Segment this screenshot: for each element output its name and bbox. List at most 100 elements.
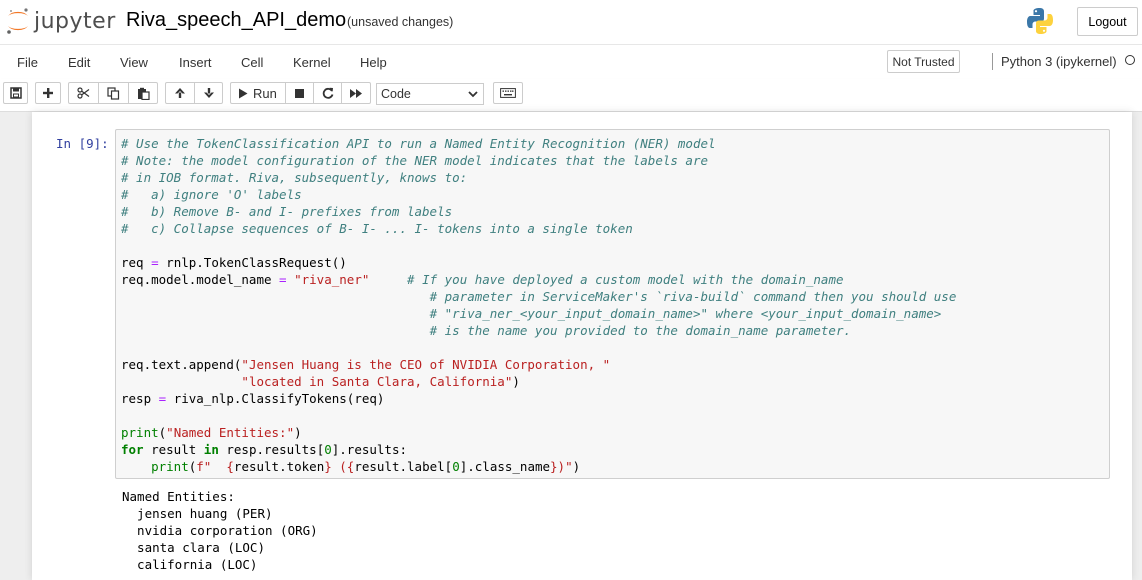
code-token: rnlp.TokenClassRequest() [158,255,347,270]
cell-type-select[interactable]: Code [376,83,484,105]
restart-button[interactable] [313,82,342,104]
code-token: resp [121,391,159,406]
header: jupyter Riva_speech_API_demo (unsaved ch… [0,0,1142,44]
run-button[interactable]: Run [230,82,286,104]
notebook-title[interactable]: Riva_speech_API_demo [126,9,346,32]
code-line: # a) ignore 'O' labels [121,186,956,203]
code-token: "riva_ner" [294,272,370,287]
code-token: } ({ [324,459,355,474]
kernel-name[interactable]: Python 3 (ipykernel) [1001,54,1117,69]
kernel-idle-indicator-icon [1125,55,1135,65]
code-token: # a) ignore 'O' labels [121,187,302,202]
code-token: for [121,442,144,457]
logout-button[interactable]: Logout [1077,7,1138,36]
code-line: # b) Remove B- and I- prefixes from labe… [121,203,956,220]
not-trusted-button[interactable]: Not Trusted [887,50,960,73]
toolbar: Run Code [0,79,1142,112]
cut-icon [77,87,90,99]
code-line: print("Named Entities:") [121,424,956,441]
code-line: # parameter in ServiceMaker's `riva-buil… [121,288,957,305]
code-editor[interactable]: # Use the TokenClassification API to run… [121,135,956,475]
menu-view[interactable]: View [120,55,148,70]
code-token: print [121,425,159,440]
paste-button[interactable] [128,82,158,104]
code-line: # c) Collapse sequences of B- I- ... I- … [121,220,956,237]
code-token: result.label[ [354,459,453,474]
python-logo-icon [1027,8,1053,34]
menu-edit[interactable]: Edit [68,55,90,70]
run-all-button[interactable] [341,82,371,104]
jupyter-logo-icon [7,8,28,34]
keyboard-icon [500,88,516,98]
code-token: # c) Collapse sequences of B- I- ... I- … [121,221,633,236]
output-line: jensen huang (PER) [122,506,273,521]
code-token: resp.results[ [218,442,325,457]
code-line: print(f" {result.token} ({result.label[0… [121,458,956,475]
output-line: Named Entities: [122,489,235,504]
code-token: "Named Entities:" [166,425,295,440]
menu-help[interactable]: Help [360,55,387,70]
code-token: riva_nlp.ClassifyTokens(req) [166,391,385,406]
move-down-button[interactable] [194,82,223,104]
menu-file[interactable]: File [17,55,38,70]
insert-cell-button[interactable] [35,82,61,104]
code-token: # Note: the model configuration of the N… [121,153,708,168]
copy-button[interactable] [98,82,129,104]
code-line: req.text.append("Jensen Huang is the CEO… [121,356,956,373]
interrupt-button[interactable] [285,82,314,104]
code-token: ].results: [331,442,408,457]
stop-icon [295,88,304,98]
code-token: # b) Remove B- and I- prefixes from labe… [121,204,453,219]
code-token: })" [550,459,573,474]
cell-type-value: Code [381,87,411,101]
jupyter-logo-text: jupyter [34,8,116,34]
code-token: # in IOB format. Riva, subsequently, kno… [121,170,468,185]
code-line: resp = riva_nlp.ClassifyTokens(req) [121,390,956,407]
code-token: 0 [324,442,332,457]
code-token: "Jensen Huang is the CEO of NVIDIA Corpo… [241,357,611,372]
menubar: File Edit View Insert Cell Kernel Help N… [0,44,1142,80]
code-token: # parameter in ServiceMaker's `riva-buil… [429,289,957,304]
code-token: result [143,442,204,457]
output-line: santa clara (LOC) [122,540,265,555]
code-token: # Use the TokenClassification API to run… [121,136,716,151]
command-palette-button[interactable] [493,82,523,104]
code-token: # If you have deployed a custom model wi… [407,272,844,287]
code-token: ].class_name [459,459,551,474]
code-token: 0 [452,459,460,474]
move-up-button[interactable] [165,82,195,104]
save-icon [9,87,22,99]
restart-icon [322,87,333,99]
code-token: = [279,272,287,287]
paste-icon [137,87,150,100]
code-line: req = rnlp.TokenClassRequest() [121,254,956,271]
menu-insert[interactable]: Insert [179,55,212,70]
code-line: # Use the TokenClassification API to run… [121,135,956,152]
code-token: in [203,442,219,457]
save-button[interactable] [3,82,28,104]
code-token: ) [512,374,520,389]
chevron-down-icon [468,91,478,98]
plus-icon [43,88,53,98]
menu-kernel[interactable]: Kernel [293,55,331,70]
kernel-divider [992,53,993,70]
arrow-down-icon [203,88,214,98]
code-token: req.text.append( [121,357,242,372]
code-line: req.model.model_name = "riva_ner" # If y… [121,271,956,288]
arrow-up-icon [175,88,185,98]
code-line: "located in Santa Clara, California") [121,373,956,390]
jupyter-logo[interactable]: jupyter [5,6,116,36]
code-line: # in IOB format. Riva, subsequently, kno… [121,169,956,186]
cut-button[interactable] [68,82,99,104]
output-line: california (LOC) [122,557,258,572]
code-token: = [151,255,159,270]
menu-cell[interactable]: Cell [241,55,263,70]
output-line: nvidia corporation (ORG) [122,523,318,538]
cell-output: Named Entities: jensen huang (PER) nvidi… [122,488,318,573]
